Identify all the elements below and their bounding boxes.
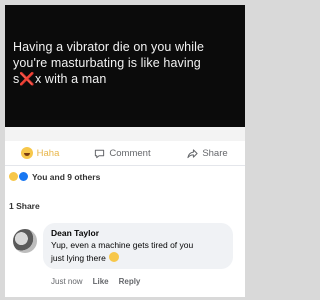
haha-reaction-icon: [9, 172, 18, 181]
commenter-avatar[interactable]: [13, 229, 37, 253]
comment-bubble-icon: [95, 149, 105, 158]
comment-item: Dean Taylor Yup, even a machine gets tir…: [5, 217, 245, 297]
comment-button[interactable]: Comment: [75, 148, 170, 159]
comment-label: Comment: [109, 147, 151, 159]
post-image-meme[interactable]: Having a vibrator die on you while you'r…: [5, 5, 245, 127]
facebook-post-card: Having a vibrator die on you while you'r…: [5, 5, 245, 297]
reaction-summary-text: You and 9 others: [32, 171, 101, 182]
comment-timestamp: Just now: [51, 277, 83, 286]
share-button[interactable]: Share: [170, 148, 245, 159]
reaction-summary[interactable]: You and 9 others: [9, 171, 100, 182]
comment-bubble: Dean Taylor Yup, even a machine gets tir…: [43, 223, 233, 269]
like-reaction-icon: [18, 171, 29, 182]
comment-reply-link[interactable]: Reply: [119, 277, 141, 286]
haha-emoji-icon: [20, 147, 33, 159]
section-divider: [5, 127, 245, 141]
comment-text-line-2: just lying there: [51, 253, 106, 263]
post-text-line-3: s❌x with a man: [13, 72, 107, 86]
post-text-line-2: you're masturbating is like having: [13, 56, 201, 70]
share-count[interactable]: 1 Share: [9, 201, 40, 211]
share-arrow-icon: [187, 148, 198, 158]
laughing-emoji-icon: [108, 252, 119, 262]
post-text-line-1: Having a vibrator die on you while: [13, 40, 205, 54]
comment-text-line-1: Yup, even a machine gets tired of you: [51, 240, 194, 250]
comment-meta: Just now Like Reply: [51, 277, 140, 286]
comment-author[interactable]: Dean Taylor: [51, 228, 225, 238]
share-label: Share: [202, 147, 228, 159]
haha-label: Haha: [36, 147, 60, 159]
comment-like-link[interactable]: Like: [93, 277, 109, 286]
haha-reaction-button[interactable]: Haha: [5, 147, 75, 159]
comment-text: Yup, even a machine gets tired of you ju…: [51, 239, 225, 265]
post-action-bar: Haha Comment Share: [5, 141, 245, 166]
